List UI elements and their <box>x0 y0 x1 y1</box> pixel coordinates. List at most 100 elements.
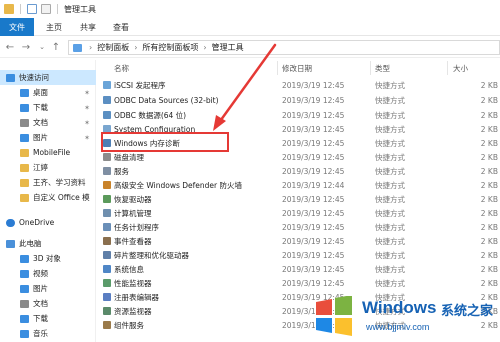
document-icon <box>20 299 29 308</box>
navigation-pane: 快速访问 桌面 ✶ 下载 ✶ 文档 ✶ 图片 ✶ MobileFile 江婷 王… <box>0 60 96 342</box>
windows-logo-icon <box>316 296 352 336</box>
address-bar[interactable]: › 控制面板 › 所有控制面板项 › 管理工具 <box>68 40 500 55</box>
table-row[interactable]: 系统信息 2019/3/19 12:45 快捷方式 2 KB <box>97 262 500 276</box>
sidebar-item-downloads[interactable]: 下载 ✶ <box>0 100 96 115</box>
firewall-icon <box>103 181 111 189</box>
download-icon <box>20 103 29 112</box>
folder-icon <box>20 163 29 172</box>
picture-icon <box>20 284 29 293</box>
sidebar-item-office-templates[interactable]: 自定义 Office 模 <box>0 190 96 205</box>
watermark: Windows 系统之家 www.bjjmlv.com <box>308 292 500 342</box>
tab-view[interactable]: 查看 <box>113 18 129 36</box>
table-row[interactable]: ODBC Data Sources (32-bit) 2019/3/19 12:… <box>97 93 500 107</box>
sidebar-item-music[interactable]: 音乐 <box>0 326 96 341</box>
new-folder-icon[interactable] <box>41 4 51 14</box>
task-scheduler-icon <box>103 223 111 231</box>
sidebar-item-mobilefile[interactable]: MobileFile <box>0 145 96 160</box>
folder-icon <box>4 4 14 14</box>
ribbon: 文件 主页 共享 查看 <box>0 18 500 36</box>
music-icon <box>20 329 29 338</box>
disk-cleanup-icon <box>103 153 111 161</box>
control-panel-icon <box>73 43 82 52</box>
download-icon <box>20 314 29 323</box>
defrag-icon <box>103 251 111 259</box>
sidebar-item-pc-documents[interactable]: 文档 <box>0 296 96 311</box>
sidebar-item-jiangting[interactable]: 江婷 <box>0 160 96 175</box>
folder-icon <box>20 193 29 202</box>
watermark-tagline: 系统之家 <box>441 304 494 319</box>
tab-file[interactable]: 文件 <box>0 18 34 36</box>
pin-icon[interactable]: ✶ <box>84 89 90 97</box>
up-arrow-icon[interactable]: ↑ <box>50 40 62 54</box>
performance-monitor-icon <box>103 279 111 287</box>
sidebar-item-3d-objects[interactable]: 3D 对象 <box>0 251 96 266</box>
resource-monitor-icon <box>103 307 111 315</box>
video-icon <box>20 269 29 278</box>
tab-home[interactable]: 主页 <box>46 18 62 36</box>
pin-icon[interactable]: ✶ <box>84 134 90 142</box>
breadcrumb-all-items[interactable]: 所有控制面板项 <box>142 42 198 53</box>
odbc-icon <box>103 96 111 104</box>
sidebar-item-videos[interactable]: 视频 <box>0 266 96 281</box>
pin-icon[interactable]: ✶ <box>84 104 90 112</box>
folder-icon <box>20 178 29 187</box>
navigation-bar: ← → ⌄ ↑ › 控制面板 › 所有控制面板项 › 管理工具 <box>0 36 500 58</box>
sidebar-item-quick-access[interactable]: 快速访问 <box>0 70 96 85</box>
table-row[interactable]: iSCSI 发起程序 2019/3/19 12:45 快捷方式 2 KB <box>97 78 500 92</box>
table-row[interactable]: 任务计划程序 2019/3/19 12:45 快捷方式 2 KB <box>97 220 500 234</box>
computer-management-icon <box>103 209 111 217</box>
forward-arrow-icon[interactable]: → <box>20 40 32 54</box>
table-row[interactable]: 性能监视器 2019/3/19 12:45 快捷方式 2 KB <box>97 276 500 290</box>
desktop-icon <box>20 88 29 97</box>
sidebar-item-pc-pictures[interactable]: 图片 <box>0 281 96 296</box>
table-row[interactable]: 恢复驱动器 2019/3/19 12:45 快捷方式 2 KB <box>97 192 500 206</box>
title-divider <box>57 4 58 14</box>
watermark-brand: Windows <box>362 298 437 317</box>
column-header-name[interactable]: 名称 <box>114 61 129 75</box>
picture-icon <box>20 133 29 142</box>
properties-icon[interactable] <box>27 4 37 14</box>
sidebar-item-documents[interactable]: 文档 ✶ <box>0 115 96 130</box>
pin-icon[interactable]: ✶ <box>84 119 90 127</box>
sidebar-item-onedrive[interactable]: OneDrive <box>0 215 96 230</box>
column-header-size[interactable]: 大小 <box>453 61 468 75</box>
back-arrow-icon[interactable]: ← <box>4 40 16 54</box>
table-row[interactable]: 计算机管理 2019/3/19 12:45 快捷方式 2 KB <box>97 206 500 220</box>
table-row[interactable]: 高级安全 Windows Defender 防火墙 2019/3/19 12:4… <box>97 178 500 192</box>
table-row[interactable]: 事件查看器 2019/3/19 12:45 快捷方式 2 KB <box>97 234 500 248</box>
system-info-icon <box>103 265 111 273</box>
chevron-right-icon[interactable]: › <box>203 43 206 52</box>
title-bar: 管理工具 <box>0 0 500 18</box>
chevron-right-icon[interactable]: › <box>89 43 92 52</box>
table-row[interactable]: 服务 2019/3/19 12:45 快捷方式 2 KB <box>97 164 500 178</box>
component-services-icon <box>103 321 111 329</box>
table-row[interactable]: ODBC 数据源(64 位) 2019/3/19 12:45 快捷方式 2 KB <box>97 108 500 122</box>
sidebar-item-desktop[interactable]: 桌面 ✶ <box>0 85 96 100</box>
sidebar-item-this-pc[interactable]: 此电脑 <box>0 236 96 251</box>
column-header-type[interactable]: 类型 <box>375 61 390 75</box>
breadcrumb-admin-tools[interactable]: 管理工具 <box>212 42 244 53</box>
chevron-right-icon[interactable]: › <box>134 43 137 52</box>
table-row[interactable]: 碎片整理和优化驱动器 2019/3/19 12:45 快捷方式 2 KB <box>97 248 500 262</box>
highlight-box <box>101 132 229 152</box>
odbc-icon <box>103 111 111 119</box>
star-icon <box>6 73 15 82</box>
services-icon <box>103 167 111 175</box>
table-row[interactable]: 磁盘清理 2019/3/19 12:45 快捷方式 2 KB <box>97 150 500 164</box>
window-title: 管理工具 <box>64 4 96 14</box>
tab-share[interactable]: 共享 <box>80 18 96 36</box>
column-divider[interactable] <box>447 61 448 75</box>
breadcrumb-control-panel[interactable]: 控制面板 <box>97 42 129 53</box>
cloud-icon <box>6 218 15 227</box>
column-header-date[interactable]: 修改日期 <box>282 61 312 75</box>
folder-icon <box>20 148 29 157</box>
computer-icon <box>6 239 15 248</box>
document-icon <box>20 118 29 127</box>
watermark-url: www.bjjmlv.com <box>366 322 430 332</box>
column-divider[interactable] <box>370 61 371 75</box>
sidebar-item-pc-downloads[interactable]: 下载 <box>0 311 96 326</box>
column-divider[interactable] <box>277 61 278 75</box>
sidebar-item-pictures[interactable]: 图片 ✶ <box>0 130 96 145</box>
sidebar-item-study-materials[interactable]: 王齐、学习资料 <box>0 175 96 190</box>
recent-chevron-down-icon[interactable]: ⌄ <box>36 40 48 54</box>
